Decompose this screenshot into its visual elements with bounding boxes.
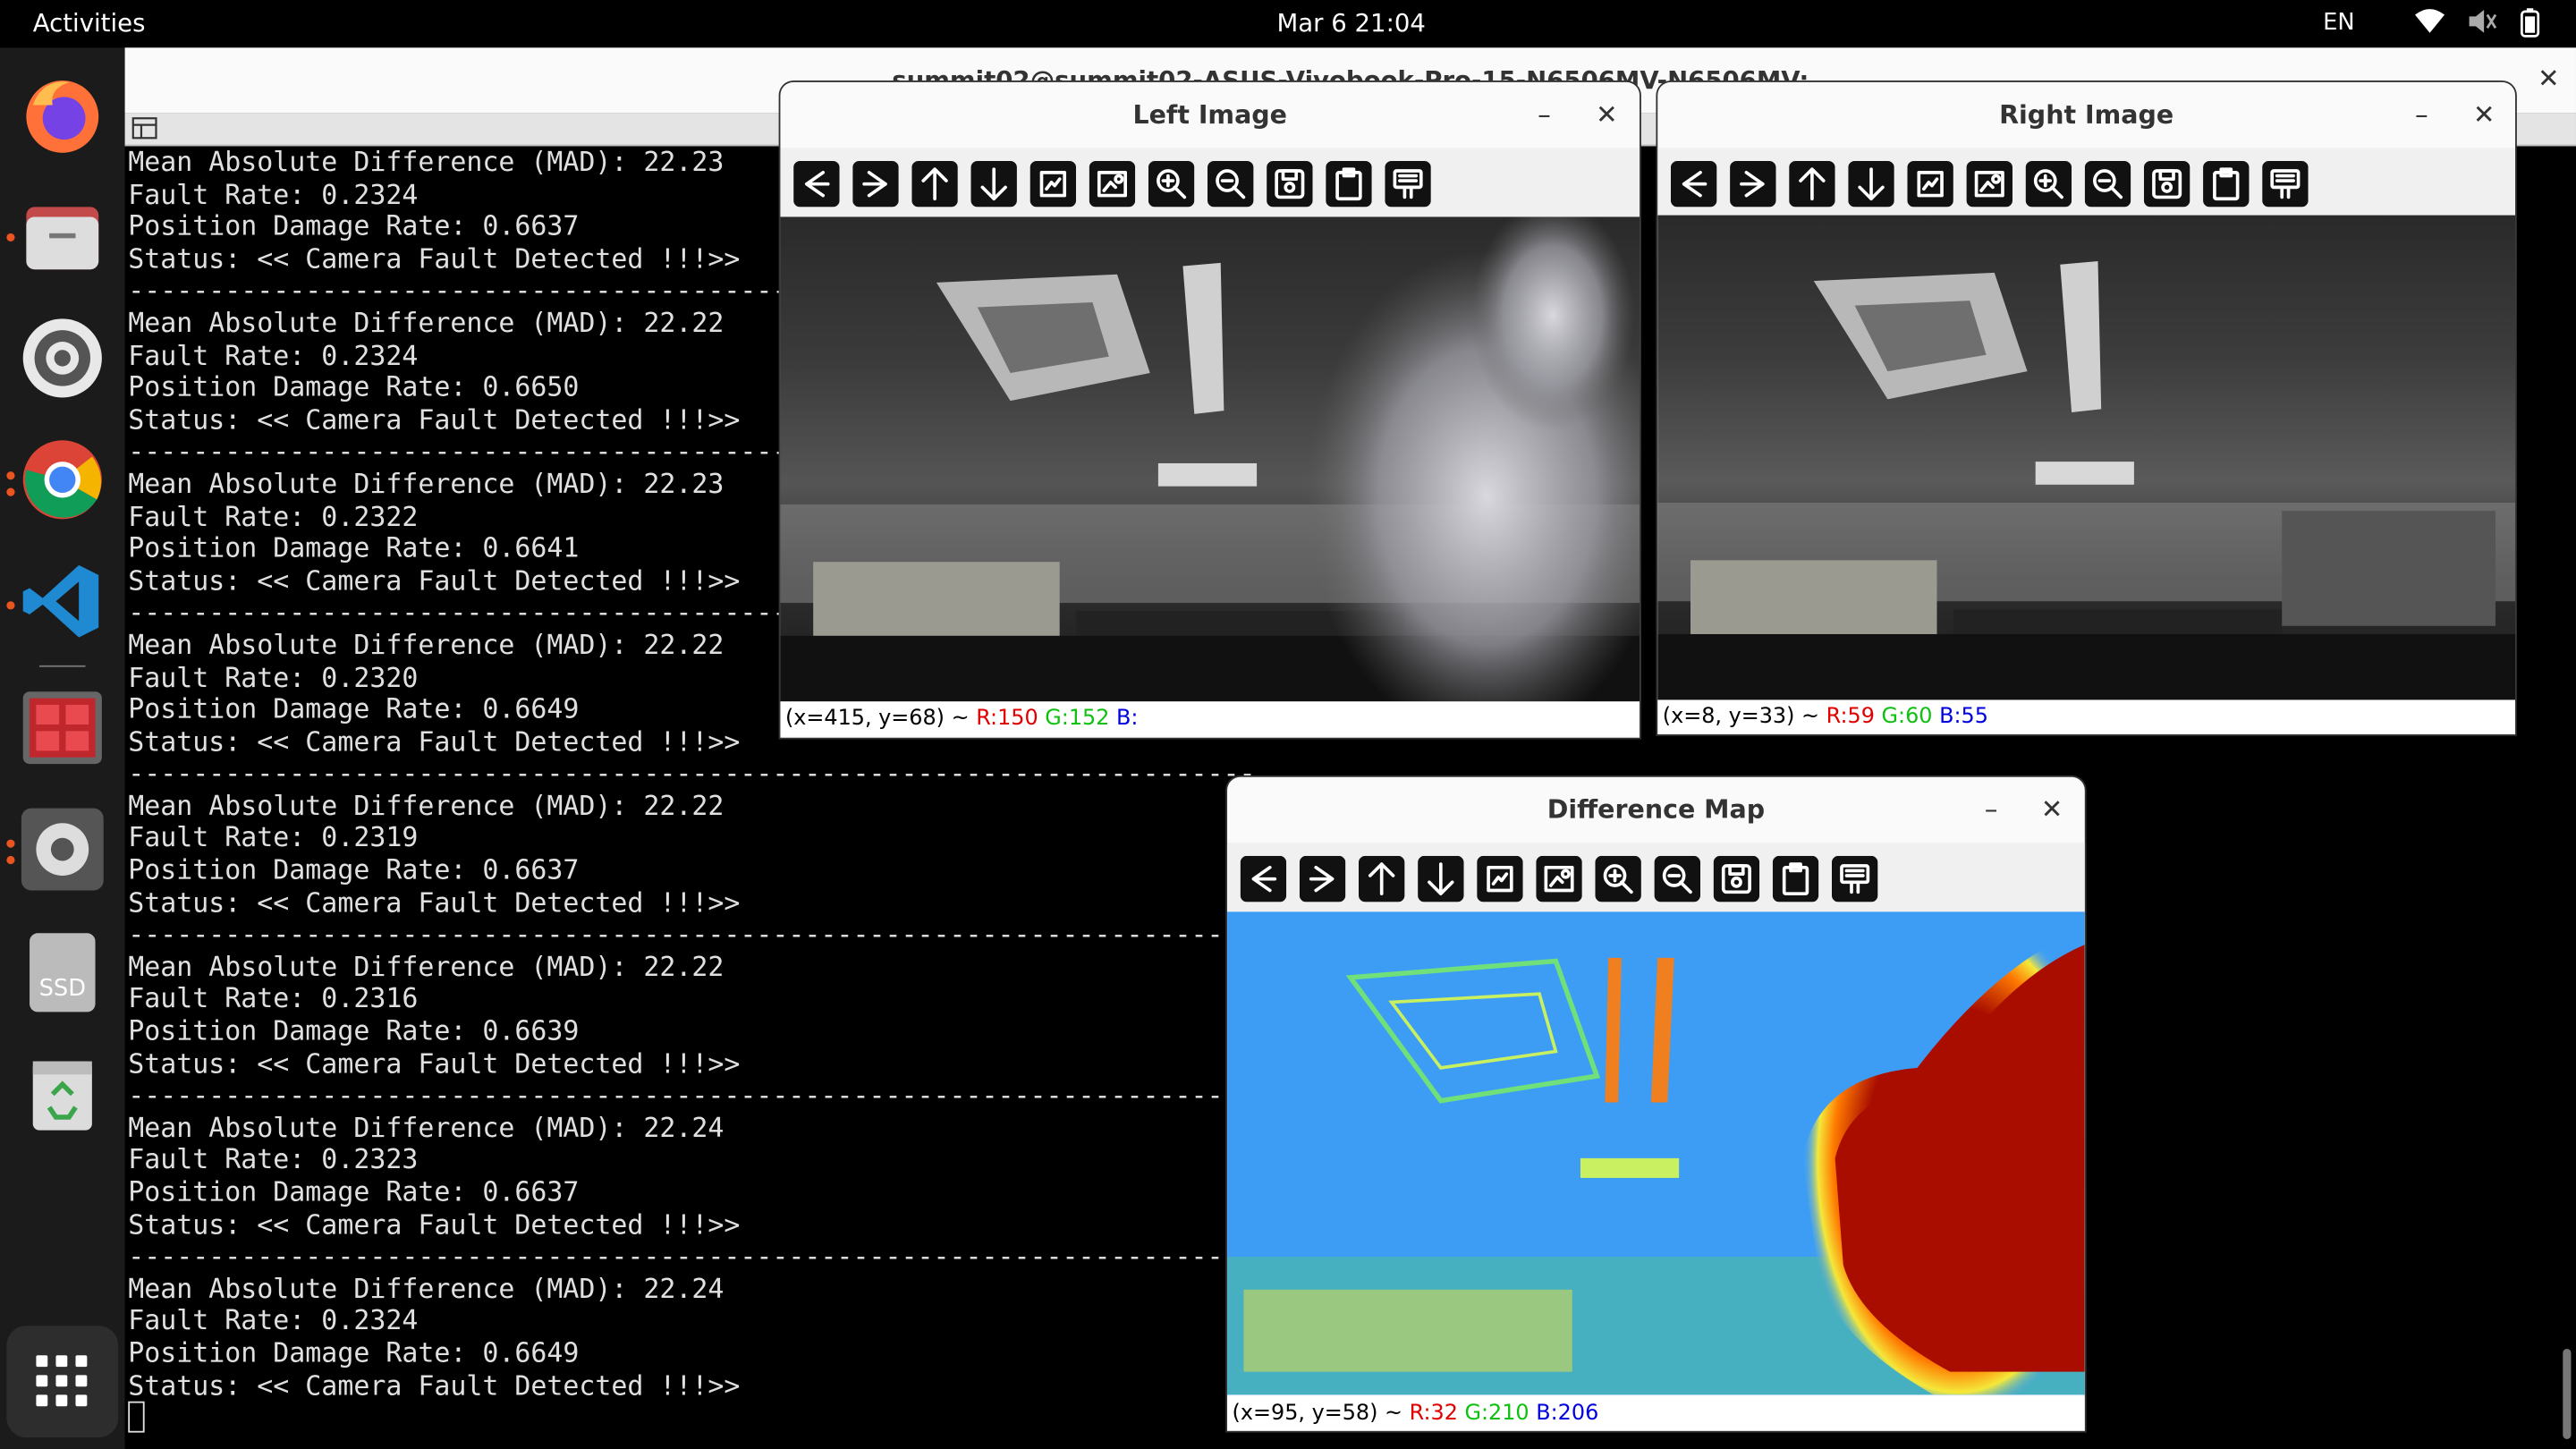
- pan-down-icon[interactable]: [1418, 855, 1464, 902]
- toolbar: [780, 148, 1640, 217]
- close-icon[interactable]: ✕: [1587, 82, 1626, 148]
- copy-clipboard-icon[interactable]: [1326, 160, 1372, 208]
- cursor-coords: (x=8, y=33) ~: [1662, 704, 1826, 730]
- show-apps-icon[interactable]: [6, 1326, 119, 1438]
- difference-image[interactable]: [1227, 911, 2085, 1395]
- ssd-drive-icon[interactable]: SSD: [20, 930, 106, 1016]
- status-bar: (x=415, y=68) ~ R:150 G:152 B:: [780, 701, 1640, 736]
- running-indicator: [6, 855, 15, 865]
- toolbar: [1657, 148, 2516, 217]
- terminal-cursor: [128, 1402, 145, 1433]
- pan-left-icon[interactable]: [1670, 160, 1717, 208]
- minimize-icon[interactable]: –: [2402, 82, 2441, 148]
- running-indicator: [6, 471, 15, 480]
- cursor-coords: (x=415, y=68) ~: [784, 706, 977, 732]
- difference-map-window[interactable]: Difference Map – ✕ (x=95, y=58) ~ R:32 G…: [1227, 776, 2085, 1431]
- pan-up-icon[interactable]: [1358, 855, 1405, 902]
- zoom-fit-icon[interactable]: [1477, 855, 1523, 902]
- green-value: G:210: [1464, 1401, 1530, 1427]
- zoom-in-icon[interactable]: [2025, 160, 2072, 208]
- status-bar: (x=8, y=33) ~ R:59 G:60 B:55: [1657, 699, 2516, 735]
- status-bar: (x=95, y=58) ~ R:32 G:210 B:206: [1227, 1396, 2085, 1431]
- properties-icon[interactable]: [1831, 855, 1878, 902]
- pan-down-icon[interactable]: [970, 160, 1017, 208]
- trash-icon[interactable]: [20, 1052, 106, 1138]
- zoom-original-icon[interactable]: [1536, 855, 1582, 902]
- window-title: Difference Map: [1546, 794, 1766, 826]
- toolbar: [1227, 843, 2085, 912]
- desktop: Activities Mar 6 21:04 EN SSD summit02@s…: [0, 0, 2576, 1449]
- red-value: R:59: [1826, 704, 1875, 730]
- pan-down-icon[interactable]: [1848, 160, 1894, 208]
- save-icon[interactable]: [2143, 160, 2190, 208]
- svg-text:SSD: SSD: [39, 975, 86, 1002]
- running-indicator: [6, 839, 15, 848]
- pan-right-icon[interactable]: [852, 160, 899, 208]
- right-image-window[interactable]: Right Image – ✕ (x=8, y=33) ~ R:59 G:60 …: [1657, 81, 2516, 735]
- running-indicator: [6, 487, 15, 496]
- running-indicator: [6, 601, 15, 610]
- clock[interactable]: Mar 6 21:04: [0, 8, 2576, 38]
- vscode-icon[interactable]: [20, 558, 106, 644]
- properties-icon[interactable]: [1385, 160, 1431, 208]
- settings-gear-icon[interactable]: [20, 316, 106, 402]
- language-indicator[interactable]: EN: [2323, 10, 2355, 36]
- minimize-icon[interactable]: –: [1971, 777, 2011, 843]
- firefox-icon[interactable]: [20, 72, 106, 158]
- zoom-fit-icon[interactable]: [1907, 160, 1953, 208]
- blue-value: B:55: [1939, 704, 1988, 730]
- pan-right-icon[interactable]: [1299, 855, 1346, 902]
- pan-left-icon[interactable]: [793, 160, 840, 208]
- dock: SSD: [0, 47, 125, 1449]
- zoom-out-icon[interactable]: [1654, 855, 1701, 902]
- running-indicator: [6, 233, 15, 242]
- red-value: R:32: [1409, 1401, 1458, 1427]
- properties-icon[interactable]: [2262, 160, 2309, 208]
- pan-up-icon[interactable]: [911, 160, 958, 208]
- close-icon[interactable]: ✕: [2464, 82, 2504, 148]
- zoom-out-icon[interactable]: [2084, 160, 2131, 208]
- green-value: G:152: [1045, 706, 1110, 732]
- copy-clipboard-icon[interactable]: [2203, 160, 2250, 208]
- pan-up-icon[interactable]: [1789, 160, 1835, 208]
- blue-value: B:: [1116, 706, 1139, 732]
- top-bar: Activities Mar 6 21:04 EN: [0, 0, 2576, 48]
- save-icon[interactable]: [1713, 855, 1760, 902]
- camera-image[interactable]: [1657, 215, 2516, 700]
- left-image-window[interactable]: Left Image – ✕ (x=415, y=68) ~ R:150 G:1…: [780, 81, 1640, 738]
- zoom-fit-icon[interactable]: [1030, 160, 1077, 208]
- wifi-icon[interactable]: [2414, 8, 2445, 41]
- red-value: R:150: [976, 706, 1038, 732]
- new-tab-icon[interactable]: [131, 115, 157, 148]
- close-icon[interactable]: ✕: [2538, 63, 2560, 94]
- window-title: Right Image: [1999, 100, 2174, 131]
- pan-left-icon[interactable]: [1240, 855, 1287, 902]
- app-grid-red-icon[interactable]: [20, 685, 106, 771]
- files-icon[interactable]: [20, 194, 106, 280]
- camera-image[interactable]: [780, 216, 1640, 702]
- close-icon[interactable]: ✕: [2032, 777, 2072, 843]
- blue-value: B:206: [1536, 1401, 1599, 1427]
- volume-muted-icon[interactable]: [2468, 8, 2497, 41]
- zoom-out-icon[interactable]: [1207, 160, 1254, 208]
- pan-right-icon[interactable]: [1730, 160, 1776, 208]
- zoom-in-icon[interactable]: [1595, 855, 1641, 902]
- zoom-in-icon[interactable]: [1148, 160, 1195, 208]
- chrome-icon[interactable]: [20, 437, 106, 523]
- green-value: G:60: [1881, 704, 1933, 730]
- dock-separator: [39, 665, 86, 667]
- zoom-original-icon[interactable]: [1089, 160, 1136, 208]
- system-settings-icon[interactable]: [20, 807, 106, 893]
- window-title: Left Image: [1132, 100, 1288, 131]
- battery-icon[interactable]: [2519, 8, 2542, 44]
- minimize-icon[interactable]: –: [1524, 82, 1563, 148]
- save-icon[interactable]: [1267, 160, 1313, 208]
- scrollbar[interactable]: [2563, 1348, 2572, 1439]
- cursor-coords: (x=95, y=58) ~: [1232, 1401, 1410, 1427]
- zoom-original-icon[interactable]: [1966, 160, 2012, 208]
- copy-clipboard-icon[interactable]: [1772, 855, 1819, 902]
